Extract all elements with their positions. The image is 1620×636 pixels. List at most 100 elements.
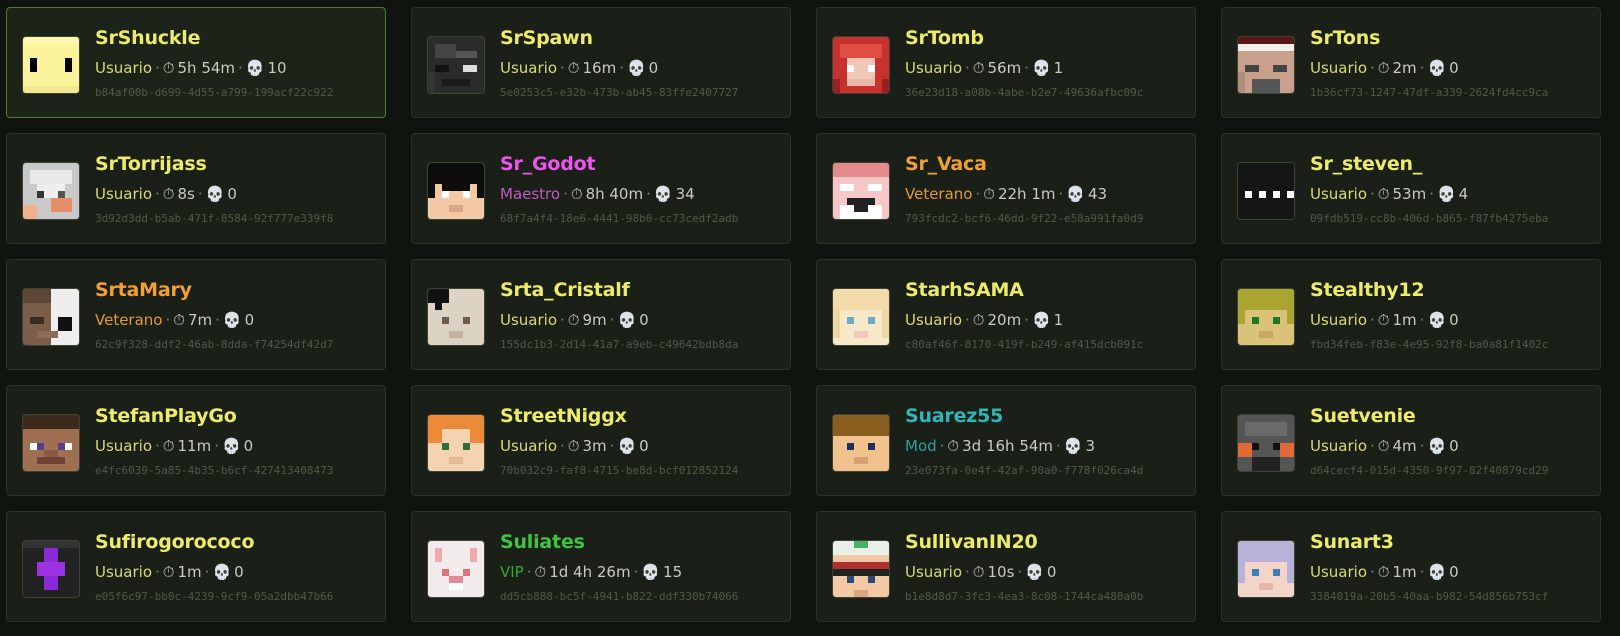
player-role: Usuario [95, 563, 153, 581]
player-card[interactable]: StreetNiggx Usuario · ⏱ 3m · 💀 0 70b032c9-faf8… [411, 385, 791, 496]
death-count: 0 [243, 437, 254, 455]
death-count: 34 [675, 185, 695, 203]
player-card[interactable]: Suarez55 Mod · ⏱ 3d 16h 54m · 💀 3 23e073fa-0e4… [816, 385, 1196, 496]
player-meta: Maestro · ⏱ 8h 40m · 💀 34 [500, 185, 695, 203]
player-meta: Usuario · ⏱ 20m · 💀 1 [905, 311, 1064, 329]
play-time: 20m [987, 311, 1022, 329]
clock-icon: ⏱ [1377, 311, 1390, 329]
player-uuid: b84af00b-d699-4d55-a799-199acf22c922 [95, 86, 334, 99]
player-card[interactable]: Srta_Cristalf Usuario · ⏱ 9m · 💀 0 155dc1b3-2d… [411, 259, 791, 370]
player-uuid: e4fc6039-5a85-4b35-b6cf-427413408473 [95, 464, 334, 477]
player-name: Sr_Godot [500, 153, 596, 175]
player-uuid: b1e8d8d7-3fc3-4ea3-8c08-1744ca480a0b [905, 590, 1144, 603]
player-card[interactable]: StefanPlayGo Usuario · ⏱ 11m · 💀 0 e4fc6039-5a… [6, 385, 386, 496]
player-name: Sunart3 [1310, 531, 1394, 553]
play-time: 3m [582, 437, 607, 455]
player-card[interactable]: SrtaMary Veterano · ⏱ 7m · 💀 0 62c9f328-ddf2-4… [6, 259, 386, 370]
player-avatar [832, 288, 890, 346]
player-role: Usuario [1310, 59, 1368, 77]
play-time: 9m [582, 311, 607, 329]
player-card[interactable]: Sr_Vaca Veterano · ⏱ 22h 1m · 💀 43 793fcdc2-bc… [816, 133, 1196, 244]
player-name: Stealthy12 [1310, 279, 1425, 301]
player-role: Usuario [1310, 437, 1368, 455]
skull-icon: 💀 [1066, 185, 1085, 203]
player-role: Usuario [905, 311, 963, 329]
clock-icon: ⏱ [162, 437, 175, 455]
clock-icon: ⏱ [1377, 563, 1390, 581]
player-card[interactable]: Sunart3 Usuario · ⏱ 1m · 💀 0 3384019a-20b5-40a… [1221, 511, 1601, 622]
play-time: 4m [1392, 437, 1417, 455]
player-card[interactable]: Suliates VIP · ⏱ 1d 4h 26m · 💀 15 dd5cb888-bc5… [411, 511, 791, 622]
clock-icon: ⏱ [1377, 59, 1390, 77]
player-uuid: 1b36cf73-1247-47df-a339-2624fd4cc9ca [1310, 86, 1549, 99]
clock-icon: ⏱ [162, 185, 175, 203]
clock-icon: ⏱ [567, 59, 580, 77]
player-card[interactable]: Sr_steven_ Usuario · ⏱ 53m · 💀 4 09fdb519-cc8b… [1221, 133, 1601, 244]
player-card[interactable]: Stealthy12 Usuario · ⏱ 1m · 💀 0 fbd34feb-f83e-… [1221, 259, 1601, 370]
player-uuid: 62c9f328-ddf2-46ab-8dda-f74254df42d7 [95, 338, 334, 351]
player-name: StreetNiggx [500, 405, 627, 427]
player-avatar [1237, 288, 1295, 346]
death-count: 0 [1449, 563, 1459, 581]
play-time: 1d 4h 26m [549, 563, 631, 581]
clock-icon: ⏱ [972, 59, 985, 77]
player-meta: Usuario · ⏱ 53m · 💀 4 [1310, 185, 1469, 203]
player-role: Usuario [500, 311, 558, 329]
play-time: 22h 1m [997, 185, 1056, 203]
player-meta: Usuario · ⏱ 1m · 💀 0 [1310, 563, 1459, 581]
death-count: 0 [1449, 311, 1459, 329]
player-avatar [427, 162, 485, 220]
skull-icon: 💀 [222, 311, 242, 329]
clock-icon: ⏱ [567, 311, 580, 329]
death-count: 0 [1046, 563, 1057, 581]
skull-icon: 💀 [1427, 563, 1447, 581]
player-role: VIP [500, 563, 524, 581]
clock-icon: ⏱ [1377, 185, 1390, 203]
player-avatar [1237, 162, 1295, 220]
player-card[interactable]: Sufirogorococo Usuario · ⏱ 1m · 💀 0 e05f6c97-b… [6, 511, 386, 622]
player-uuid: 70b032c9-faf8-4715-be8d-bcf012852124 [500, 464, 739, 477]
player-name: Sufirogorococo [95, 531, 255, 553]
player-avatar [832, 162, 890, 220]
player-name: SrTons [1310, 27, 1381, 49]
player-role: Usuario [905, 59, 963, 77]
clock-icon: ⏱ [983, 185, 995, 203]
play-time: 1m [1392, 311, 1417, 329]
clock-icon: ⏱ [567, 437, 580, 455]
player-avatar [1237, 540, 1295, 598]
player-avatar [22, 162, 80, 220]
player-card[interactable]: SrTons Usuario · ⏱ 2m · 💀 0 1b36cf73-1247-47df… [1221, 7, 1601, 118]
skull-icon: 💀 [653, 185, 673, 203]
death-count: 3 [1085, 437, 1096, 455]
player-meta: Usuario · ⏱ 56m · 💀 1 [905, 59, 1064, 77]
player-meta: Mod · ⏱ 3d 16h 54m · 💀 3 [905, 437, 1096, 455]
skull-icon: 💀 [617, 437, 637, 455]
player-uuid: dd5cb888-bc5f-4941-b822-ddf330b74066 [500, 590, 739, 603]
player-meta: Usuario · ⏱ 16m · 💀 0 [500, 59, 659, 77]
player-role: Veterano [95, 311, 163, 329]
player-avatar [1237, 414, 1295, 472]
skull-icon: 💀 [617, 311, 637, 329]
player-card[interactable]: SullivanIN20 Usuario · ⏱ 10s · 💀 0 b1e8d8d7-3f… [816, 511, 1196, 622]
death-count: 10 [267, 59, 287, 77]
player-role: Usuario [95, 59, 153, 77]
skull-icon: 💀 [626, 59, 646, 77]
clock-icon: ⏱ [972, 311, 985, 329]
player-uuid: fbd34feb-f83e-4e95-92f8-ba0a81f1402c [1310, 338, 1549, 351]
player-card[interactable]: SrTorrijass Usuario · ⏱ 8s · 💀 0 3d92d3dd-b5ab… [6, 133, 386, 244]
player-name: Sr_Vaca [905, 153, 987, 175]
player-card[interactable]: SrTomb Usuario · ⏱ 56m · 💀 1 36e23d18-a08b-4ab… [816, 7, 1196, 118]
player-role: Usuario [95, 437, 153, 455]
player-avatar [832, 414, 890, 472]
player-uuid: 23e073fa-0e4f-42af-90a0-f778f026ca4d [905, 464, 1144, 477]
player-card[interactable]: StarhSAMA Usuario · ⏱ 20m · 💀 1 c80af46f-8170-… [816, 259, 1196, 370]
death-count: 0 [639, 311, 649, 329]
player-card[interactable]: SrSpawn Usuario · ⏱ 16m · 💀 0 5e0253c5-e32b-47… [411, 7, 791, 118]
player-card[interactable]: Suetvenie Usuario · ⏱ 4m · 💀 0 d64cecf4-015d-4… [1221, 385, 1601, 496]
death-count: 15 [663, 563, 683, 581]
player-name: SrShuckle [95, 27, 201, 49]
player-card[interactable]: Sr_Godot Maestro · ⏱ 8h 40m · 💀 34 68f7a4f4-18… [411, 133, 791, 244]
clock-icon: ⏱ [162, 563, 175, 581]
play-time: 3d 16h 54m [962, 437, 1054, 455]
player-card[interactable]: SrShuckle Usuario · ⏱ 5h 54m · 💀 10 b84af00b-d… [6, 7, 386, 118]
